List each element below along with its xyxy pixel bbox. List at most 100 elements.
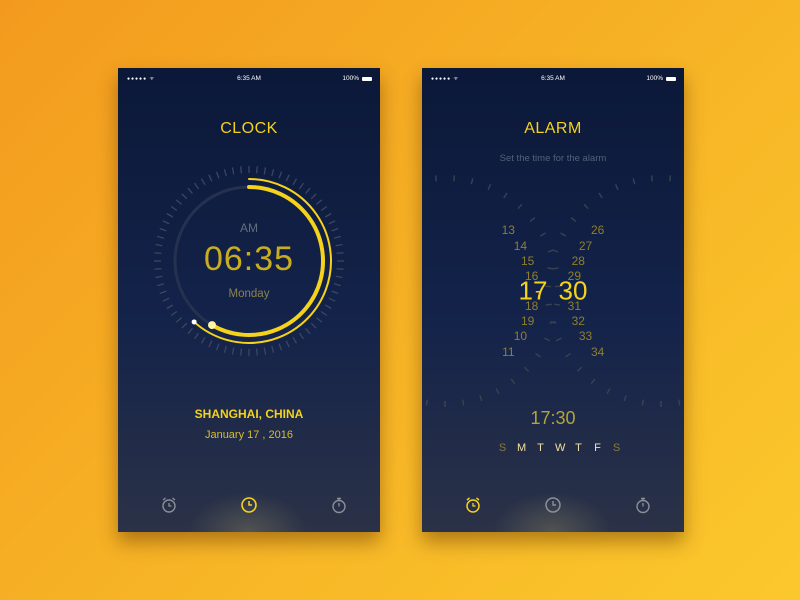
weekday-toggle[interactable]: S xyxy=(612,442,621,454)
wheel-value[interactable]: 33 xyxy=(579,329,592,343)
nav-stopwatch-button[interactable] xyxy=(633,494,653,516)
tick xyxy=(583,203,589,210)
tick xyxy=(157,235,165,239)
tick xyxy=(315,317,323,323)
dial-knob xyxy=(208,321,216,330)
tick xyxy=(181,193,188,200)
stopwatch-icon xyxy=(636,497,650,514)
tick xyxy=(470,178,474,185)
tick xyxy=(208,174,213,182)
weekday-toggle[interactable]: T xyxy=(574,442,583,454)
tick xyxy=(263,167,267,175)
tick xyxy=(170,205,178,212)
tick xyxy=(425,399,429,406)
tick xyxy=(333,235,341,239)
weekday-toggle[interactable]: M xyxy=(517,442,526,454)
time-separator: - xyxy=(535,280,541,301)
wheel-value[interactable]: 13 xyxy=(502,223,515,237)
tick xyxy=(200,178,206,186)
wheel-value[interactable]: 27 xyxy=(579,239,592,253)
alarm-time: 17:30 xyxy=(530,408,576,428)
date-label: January 17 , 2016 xyxy=(204,429,294,441)
tick xyxy=(298,182,305,190)
tick xyxy=(632,178,636,185)
stopwatch-icon xyxy=(332,497,346,514)
tick xyxy=(231,167,235,175)
tick xyxy=(487,184,492,191)
alarm-clock-icon xyxy=(466,497,480,513)
tick xyxy=(324,212,332,218)
tick xyxy=(614,184,619,191)
clock-icon xyxy=(545,497,561,513)
wheel-value[interactable]: 15 xyxy=(521,254,534,268)
nav-clock-button[interactable] xyxy=(239,494,259,516)
wheel-value[interactable]: 10 xyxy=(514,329,527,343)
tick xyxy=(223,169,227,177)
wheel-value[interactable]: 14 xyxy=(514,239,527,253)
tick xyxy=(292,178,298,186)
current-time: 06:35 xyxy=(203,240,295,278)
tick xyxy=(175,199,183,205)
tick xyxy=(461,399,465,406)
tick xyxy=(310,322,317,329)
nav-alarm-button[interactable] xyxy=(463,494,483,516)
alarm-dials xyxy=(425,175,681,407)
tick xyxy=(547,267,554,270)
tick xyxy=(324,304,332,310)
clock-dial xyxy=(154,166,344,356)
wheel-value[interactable]: 34 xyxy=(591,345,604,359)
clock-screen: ●●●●● ᯤ 6:35 AM 100% CLOCK AM 06:35 Mond… xyxy=(118,68,380,532)
nav-alarm-button[interactable] xyxy=(159,494,179,516)
tick xyxy=(240,348,242,356)
tick xyxy=(623,395,627,402)
tick xyxy=(193,182,200,190)
tick xyxy=(320,310,328,317)
tick xyxy=(552,267,559,270)
tick xyxy=(576,366,583,372)
tick xyxy=(170,310,178,317)
tick xyxy=(315,199,323,205)
nav-clock-button[interactable] xyxy=(543,494,563,516)
tick xyxy=(510,378,516,385)
tick xyxy=(523,366,530,372)
weekday-toggle[interactable]: T xyxy=(536,442,545,454)
tick xyxy=(231,347,235,355)
weekday-label: Monday xyxy=(228,288,270,300)
tick xyxy=(200,336,206,344)
tick xyxy=(544,337,551,342)
ampm-label: AM xyxy=(240,221,258,235)
wheel-value[interactable]: 19 xyxy=(521,314,534,328)
weekday-selector: SMTWTFS xyxy=(498,442,621,454)
tick xyxy=(560,232,567,237)
tick xyxy=(285,340,290,348)
tick xyxy=(208,340,213,348)
wheel-value[interactable]: 11 xyxy=(502,345,514,359)
alarm-screen: ●●●●● ᯤ 6:35 AM 100% ALARM Set the time … xyxy=(422,68,684,532)
tick xyxy=(479,395,483,402)
bottom-nav xyxy=(422,494,684,518)
tick xyxy=(298,332,305,340)
tick xyxy=(278,171,283,179)
tick xyxy=(535,352,541,358)
tick xyxy=(240,166,242,174)
tick xyxy=(271,169,275,177)
tick xyxy=(215,343,220,351)
wheel-value[interactable]: 28 xyxy=(572,254,585,268)
tick xyxy=(271,345,275,353)
tick xyxy=(552,249,559,253)
nav-stopwatch-button[interactable] xyxy=(329,494,349,516)
weekday-toggle[interactable]: W xyxy=(555,442,565,454)
weekday-toggle[interactable]: F xyxy=(593,442,602,454)
tick xyxy=(565,352,571,358)
tick xyxy=(278,343,283,351)
tick xyxy=(641,399,645,406)
clock-icon xyxy=(241,497,257,513)
bottom-nav xyxy=(118,494,380,518)
weekday-toggle[interactable]: S xyxy=(498,442,507,454)
tick xyxy=(256,348,258,356)
wheel-value[interactable]: 26 xyxy=(591,223,604,237)
wheel-value[interactable]: 32 xyxy=(572,314,585,328)
tick xyxy=(606,388,611,395)
tick xyxy=(539,232,546,237)
tick xyxy=(215,171,220,179)
